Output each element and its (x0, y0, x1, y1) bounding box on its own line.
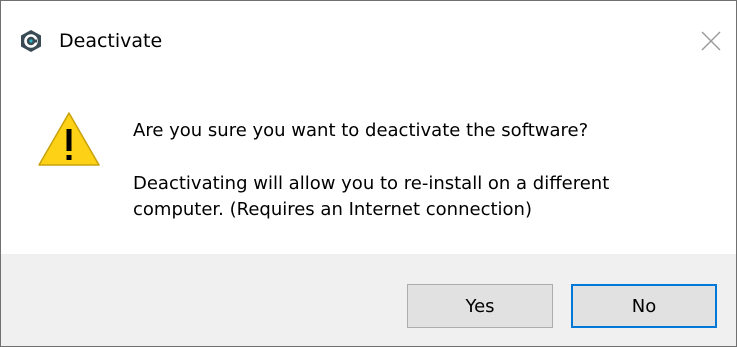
window-title: Deactivate (59, 30, 163, 52)
button-bar: Yes No (1, 254, 736, 346)
message-area: Are you sure you want to deactivate the … (1, 81, 736, 253)
detail-line-1: Deactivating will allow you to re-instal… (133, 173, 610, 194)
confirmation-question: Are you sure you want to deactivate the … (133, 120, 589, 141)
title-bar: Deactivate (1, 1, 736, 81)
no-button[interactable]: No (571, 284, 717, 328)
yes-button[interactable]: Yes (407, 284, 553, 328)
confirmation-detail: Deactivating will allow you to re-instal… (133, 171, 713, 223)
warning-icon (37, 110, 101, 168)
deactivate-dialog: Deactivate Are you sure you want to deac… (0, 0, 737, 347)
detail-line-2: computer. (Requires an Internet connecti… (133, 199, 532, 220)
close-icon[interactable] (697, 27, 725, 55)
app-logo-icon (19, 29, 43, 53)
